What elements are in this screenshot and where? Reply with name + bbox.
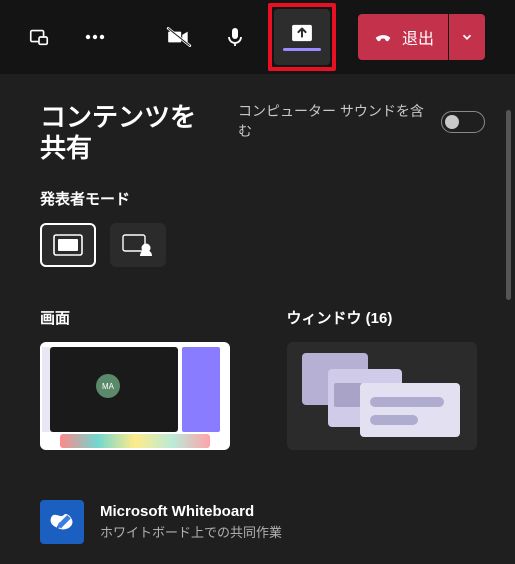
- whiteboard-option[interactable]: Microsoft Whiteboard ホワイトボード上での共同作業: [40, 500, 485, 544]
- window-section-title: ウィンドウ (16): [287, 307, 486, 328]
- screen-section-title: 画面: [40, 307, 239, 328]
- panel-scrollbar[interactable]: [506, 110, 511, 300]
- window-share-option[interactable]: [287, 342, 477, 450]
- share-tray-icon: [291, 24, 313, 42]
- chevron-down-icon: [460, 30, 474, 44]
- presenter-mode-label: 発表者モード: [40, 188, 485, 209]
- presenter-mode-content-only[interactable]: [40, 223, 96, 267]
- leave-options-button[interactable]: [449, 14, 485, 60]
- whiteboard-title: Microsoft Whiteboard: [100, 503, 282, 520]
- share-content-button[interactable]: [274, 9, 330, 65]
- more-options-button[interactable]: [72, 14, 118, 60]
- panel-title: コンテンツを共有: [40, 102, 220, 164]
- presenter-mode-standout[interactable]: [110, 223, 166, 267]
- popout-button[interactable]: [16, 14, 62, 60]
- hangup-icon: [372, 26, 394, 48]
- include-audio-toggle[interactable]: [441, 111, 485, 133]
- leave-label: 退出: [402, 25, 434, 49]
- share-button-highlight: [268, 3, 336, 71]
- whiteboard-subtitle: ホワイトボード上での共同作業: [100, 522, 282, 541]
- share-content-panel: コンテンツを共有 コンピューター サウンドを含む 発表者モード 画面: [0, 74, 515, 564]
- call-toolbar: 退出: [0, 0, 515, 74]
- camera-off-button[interactable]: [156, 14, 202, 60]
- screen-share-option[interactable]: MA: [40, 342, 230, 450]
- whiteboard-icon: [40, 500, 84, 544]
- microphone-button[interactable]: [212, 14, 258, 60]
- leave-button[interactable]: 退出: [358, 14, 448, 60]
- include-audio-label: コンピューター サウンドを含む: [238, 102, 427, 141]
